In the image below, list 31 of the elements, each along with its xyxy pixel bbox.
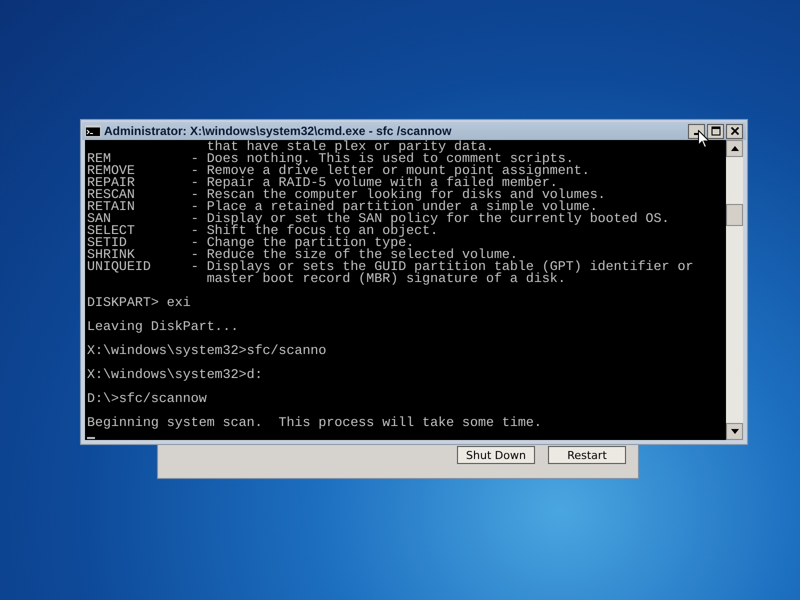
text-cursor: [87, 437, 95, 439]
console-line: X:\windows\system32>d:: [87, 369, 264, 381]
maximize-icon: [710, 126, 720, 136]
console-line: DISKPART> exi: [87, 297, 192, 309]
close-button[interactable]: [726, 124, 743, 138]
console-line: D:\>sfc/scannow: [87, 393, 208, 405]
console-line: REM - Does nothing. This is used to comment scripts.: [87, 153, 574, 165]
console-line: REMOVE - Remove a drive letter or mount point assignment.: [87, 165, 591, 177]
up-arrow-icon: [730, 146, 738, 151]
close-icon: [730, 126, 740, 136]
console-line: SAN - Display or set the SAN policy for the currently booted OS.: [87, 213, 670, 225]
console-line: that have stale plex or parity data.: [206, 141, 494, 153]
console-line: RETAIN - Place a retained partition under a simple volume.: [87, 201, 598, 213]
console-line: SETID - Change the partition type.: [87, 237, 414, 249]
console-icon: [85, 125, 101, 137]
dialog-button[interactable]: Restart: [548, 446, 626, 464]
console-line: X:\windows\system32>sfc/scanno: [87, 345, 328, 357]
console-line: SELECT - Shift the focus to an object.: [87, 225, 440, 237]
scrollbar[interactable]: [726, 140, 743, 440]
console-line: SHRINK - Reduce the size of the selected volume.: [87, 249, 518, 261]
window-title: Administrator: X:\windows\system32\cmd.exe - sfc /scannow: [104, 124, 452, 138]
console-line: RESCAN - Rescan the computer looking for disks and volumes.: [87, 189, 607, 201]
maximize-button[interactable]: [707, 124, 724, 138]
console-line: master boot record (MBR) signature of a disk.: [206, 273, 566, 285]
down-arrow-icon: [730, 429, 738, 434]
dialog-button[interactable]: Shut Down: [457, 446, 535, 464]
console-line: Beginning system scan. This process will take some time.: [87, 417, 543, 429]
console-line: Leaving DiskPart...: [87, 321, 240, 333]
console-line: REPAIR - Repair a RAID-5 volume with a failed member.: [87, 177, 558, 189]
scroll-thumb[interactable]: [726, 204, 743, 226]
console-line: UNIQUEID - Displays or sets the GUID partition table (GPT) identifier or: [87, 261, 694, 273]
